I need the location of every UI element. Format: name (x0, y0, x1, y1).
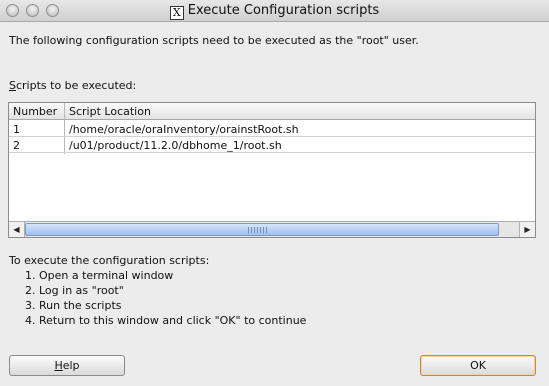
help-button-label: elp (62, 359, 80, 372)
table-row[interactable]: 2 /u01/product/11.2.0/dbhome_1/root.sh (9, 137, 535, 153)
scripts-label: Scripts to be executed: (9, 79, 136, 92)
instruction-step: 1. Open a terminal window (25, 269, 174, 282)
column-header-script-location[interactable]: Script Location (69, 105, 151, 118)
row-number: 2 (13, 139, 20, 152)
ok-button[interactable]: OK (420, 355, 536, 376)
instruction-step: 4. Return to this window and click "OK" … (25, 314, 307, 327)
scripts-table[interactable]: Number Script Location 1 /home/oracle/or… (8, 102, 536, 238)
window-title-wrap: X Execute Configuration scripts (0, 3, 549, 20)
table-row[interactable]: 1 /home/oracle/oraInventory/orainstRoot.… (9, 121, 535, 137)
column-header-number[interactable]: Number (13, 105, 57, 118)
arrow-left-icon[interactable]: ◀ (9, 222, 25, 237)
instructions: To execute the configuration scripts: 1.… (9, 253, 306, 328)
horizontal-scrollbar[interactable]: ◀ ▶ (9, 221, 535, 237)
grip-icon (248, 227, 268, 233)
scripts-label-mnemonic: S (9, 79, 16, 92)
arrow-right-icon[interactable]: ▶ (519, 222, 535, 237)
title-bar: X Execute Configuration scripts (0, 0, 549, 22)
help-button-mnemonic: H (54, 359, 63, 372)
table-header: Number Script Location (9, 103, 535, 120)
row-number: 1 (13, 123, 20, 136)
scrollbar-thumb[interactable] (25, 223, 499, 236)
x11-icon: X (169, 6, 184, 20)
instructions-heading: To execute the configuration scripts: (9, 254, 210, 267)
instruction-step: 3. Run the scripts (25, 299, 122, 312)
window-title: Execute Configuration scripts (187, 3, 380, 18)
instructions-steps: 1. Open a terminal window 2. Log in as "… (9, 268, 306, 328)
row-script-location: /home/oracle/oraInventory/orainstRoot.sh (69, 123, 299, 136)
intro-text: The following configuration scripts need… (9, 34, 419, 47)
scripts-label-text: cripts to be executed: (15, 79, 137, 92)
help-button[interactable]: Help (9, 355, 125, 376)
row-script-location: /u01/product/11.2.0/dbhome_1/root.sh (69, 139, 282, 152)
instruction-step: 2. Log in as "root" (25, 284, 124, 297)
